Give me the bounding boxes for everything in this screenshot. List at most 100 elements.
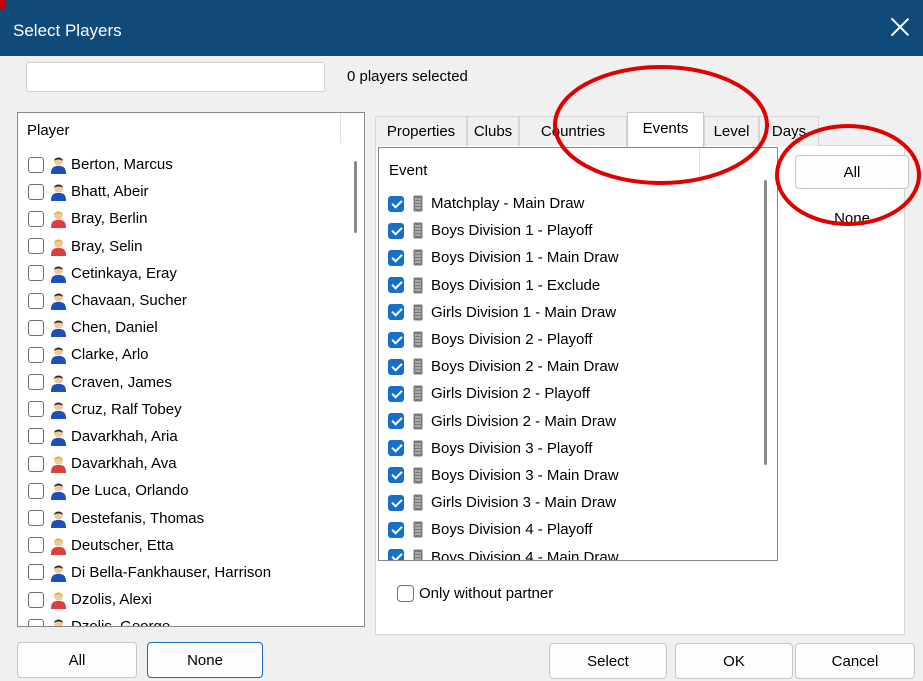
event-row[interactable]: Girls Division 1 - Main Draw xyxy=(388,299,758,326)
player-row[interactable]: Dzolis, Alexi xyxy=(28,586,338,613)
player-list-panel[interactable]: Player Berton, Marcus Bhatt, Abeir Bray, B… xyxy=(17,112,365,627)
only-without-partner-option[interactable]: Only without partner xyxy=(397,585,553,602)
event-checkbox[interactable] xyxy=(388,358,404,375)
event-scrollbar-thumb[interactable] xyxy=(764,180,767,465)
event-column-header[interactable]: Event xyxy=(389,162,427,179)
event-row[interactable]: Boys Division 3 - Playoff xyxy=(388,435,758,462)
player-checkbox[interactable] xyxy=(28,482,44,499)
event-checkbox[interactable] xyxy=(388,304,404,321)
tab-level[interactable]: Level xyxy=(704,116,759,146)
player-row[interactable]: Bray, Berlin xyxy=(28,205,338,232)
event-name: Boys Division 3 - Playoff xyxy=(431,439,593,457)
event-checkbox[interactable] xyxy=(388,277,404,294)
events-all-button[interactable]: All xyxy=(795,155,909,189)
title-bar: Select Players xyxy=(0,0,923,56)
event-row[interactable]: Boys Division 2 - Main Draw xyxy=(388,353,758,380)
player-list: Berton, Marcus Bhatt, Abeir Bray, Berlin Br… xyxy=(28,151,338,626)
player-row[interactable]: Davarkhah, Ava xyxy=(28,450,338,477)
tab-countries[interactable]: Countries xyxy=(519,116,627,146)
player-row[interactable]: Chen, Daniel xyxy=(28,314,338,341)
player-row[interactable]: Chavaan, Sucher xyxy=(28,287,338,314)
player-row[interactable]: Destefanis, Thomas xyxy=(28,504,338,531)
player-checkbox[interactable] xyxy=(28,238,44,255)
event-checkbox[interactable] xyxy=(388,549,404,560)
event-row[interactable]: Boys Division 2 - Playoff xyxy=(388,326,758,353)
event-row[interactable]: Girls Division 3 - Main Draw xyxy=(388,489,758,516)
event-checkbox[interactable] xyxy=(388,331,404,348)
event-row[interactable]: Boys Division 4 - Playoff xyxy=(388,516,758,543)
player-row[interactable]: Berton, Marcus xyxy=(28,151,338,178)
event-row[interactable]: Boys Division 1 - Playoff xyxy=(388,217,758,244)
player-checkbox[interactable] xyxy=(28,346,44,363)
player-name: Berton, Marcus xyxy=(71,156,173,174)
player-checkbox[interactable] xyxy=(28,537,44,554)
event-checkbox[interactable] xyxy=(388,521,404,538)
player-checkbox[interactable] xyxy=(28,210,44,227)
event-checkbox[interactable] xyxy=(388,494,404,511)
event-row[interactable]: Boys Division 1 - Main Draw xyxy=(388,244,758,271)
player-row[interactable]: De Luca, Orlando xyxy=(28,477,338,504)
event-checkbox[interactable] xyxy=(388,195,404,212)
player-checkbox[interactable] xyxy=(28,428,44,445)
player-row[interactable]: Deutscher, Etta xyxy=(28,532,338,559)
player-checkbox[interactable] xyxy=(28,265,44,282)
event-checkbox[interactable] xyxy=(388,413,404,430)
player-row[interactable]: Di Bella-Fankhauser, Harrison xyxy=(28,559,338,586)
player-column-header[interactable]: Player xyxy=(27,122,70,139)
document-icon xyxy=(413,277,423,294)
event-checkbox[interactable] xyxy=(388,222,404,239)
player-checkbox[interactable] xyxy=(28,510,44,527)
search-input[interactable] xyxy=(26,62,325,92)
document-icon xyxy=(413,358,423,375)
player-row[interactable]: Cruz, Ralf Tobey xyxy=(28,396,338,423)
tab-events[interactable]: Events xyxy=(627,112,704,147)
player-checkbox[interactable] xyxy=(28,374,44,391)
column-divider xyxy=(699,148,700,178)
event-checkbox[interactable] xyxy=(388,249,404,266)
document-icon xyxy=(413,331,423,348)
player-checkbox[interactable] xyxy=(28,618,44,626)
event-checkbox[interactable] xyxy=(388,440,404,457)
document-icon xyxy=(413,195,423,212)
players-none-button[interactable]: None xyxy=(147,642,263,678)
ok-button[interactable]: OK xyxy=(675,643,793,679)
select-button[interactable]: Select xyxy=(549,643,667,679)
close-icon[interactable] xyxy=(889,16,911,38)
cancel-button[interactable]: Cancel xyxy=(795,643,915,679)
player-checkbox[interactable] xyxy=(28,156,44,173)
event-row[interactable]: Boys Division 3 - Main Draw xyxy=(388,462,758,489)
event-name: Girls Division 3 - Main Draw xyxy=(431,494,617,512)
player-row[interactable]: Bray, Selin xyxy=(28,233,338,260)
event-row[interactable]: Boys Division 1 - Exclude xyxy=(388,272,758,299)
player-row[interactable]: Craven, James xyxy=(28,369,338,396)
player-checkbox[interactable] xyxy=(28,319,44,336)
player-name: Craven, James xyxy=(71,373,172,391)
event-checkbox[interactable] xyxy=(388,385,404,402)
person-icon xyxy=(50,400,67,419)
event-name: Boys Division 1 - Playoff xyxy=(431,222,593,240)
player-row[interactable]: Cetinkaya, Eray xyxy=(28,260,338,287)
player-row[interactable]: Bhatt, Abeir xyxy=(28,178,338,205)
player-checkbox[interactable] xyxy=(28,591,44,608)
player-row[interactable]: Clarke, Arlo xyxy=(28,341,338,368)
player-scrollbar-thumb[interactable] xyxy=(354,161,357,233)
event-row[interactable]: Girls Division 2 - Playoff xyxy=(388,380,758,407)
player-checkbox[interactable] xyxy=(28,292,44,309)
only-without-partner-checkbox[interactable] xyxy=(397,585,414,602)
event-row[interactable]: Boys Division 4 - Main Draw xyxy=(388,543,758,560)
players-all-button[interactable]: All xyxy=(17,642,137,678)
event-list-panel[interactable]: Event Matchplay - Main Draw Boys Division… xyxy=(378,147,778,561)
tab-properties[interactable]: Properties xyxy=(375,116,467,146)
event-row[interactable]: Matchplay - Main Draw xyxy=(388,190,758,217)
player-checkbox[interactable] xyxy=(28,564,44,581)
tab-clubs[interactable]: Clubs xyxy=(467,116,519,146)
player-checkbox[interactable] xyxy=(28,183,44,200)
tab-days[interactable]: Days xyxy=(759,116,819,146)
player-checkbox[interactable] xyxy=(28,401,44,418)
events-none-button[interactable]: None xyxy=(795,201,909,235)
player-row[interactable]: Davarkhah, Aria xyxy=(28,423,338,450)
player-row[interactable]: Dzolis, George xyxy=(28,613,338,626)
player-checkbox[interactable] xyxy=(28,455,44,472)
event-checkbox[interactable] xyxy=(388,467,404,484)
event-row[interactable]: Girls Division 2 - Main Draw xyxy=(388,408,758,435)
